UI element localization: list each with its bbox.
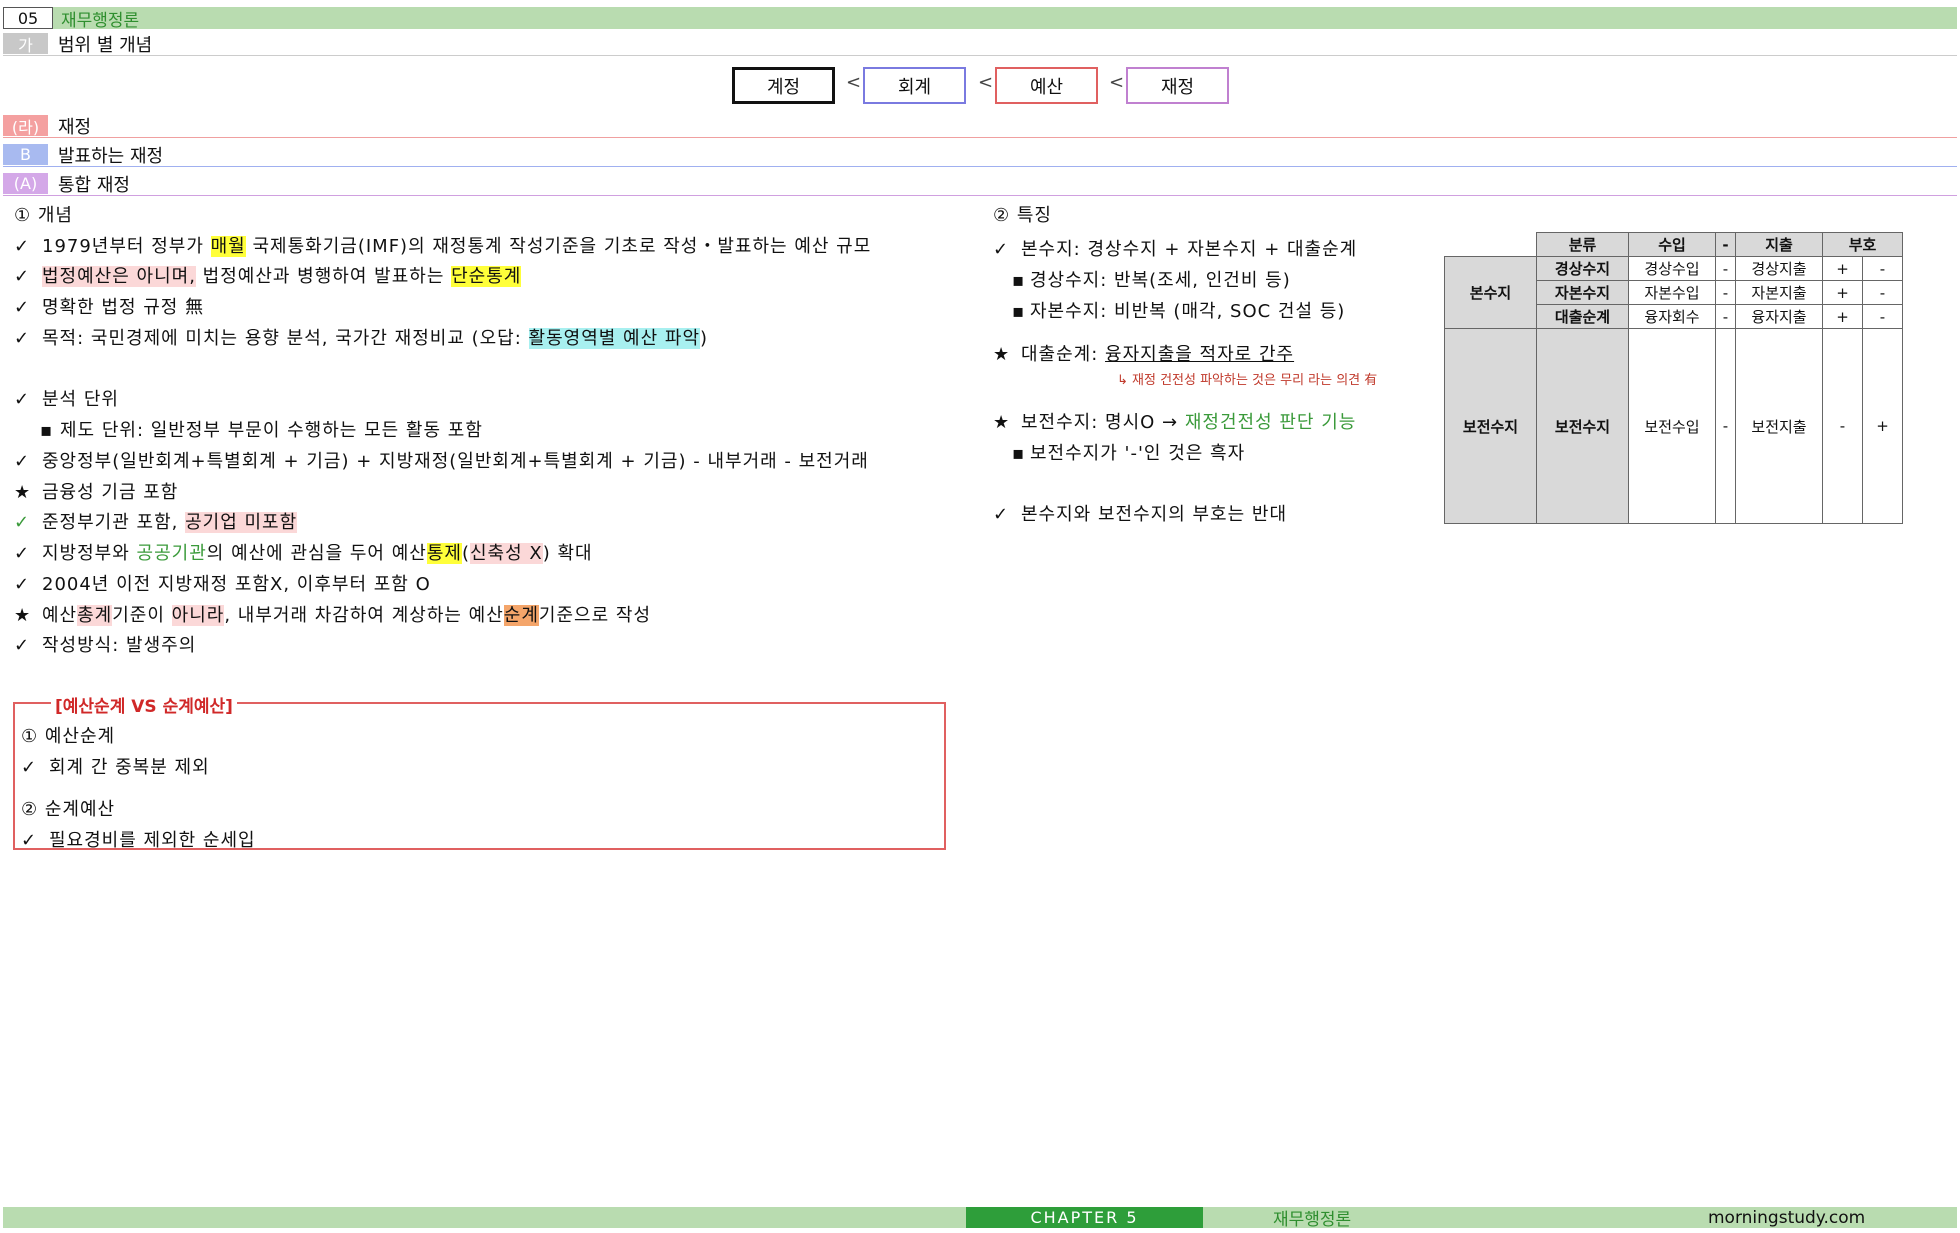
section-ga-tag: 가: [3, 33, 48, 55]
check-icon: ✓: [21, 757, 38, 778]
check-icon: ✓: [14, 635, 31, 656]
check-icon: ✓: [14, 236, 31, 257]
compare-legend: [예산순계 VS 순계예산]: [51, 692, 237, 717]
compare-line-4: ✓ 필요경비를 제외한 순세입: [21, 830, 256, 851]
footer-chapter: CHAPTER 5: [966, 1207, 1203, 1228]
concept-line-12: ★ 예산총계기준이 아니라, 내부거래 차감하여 계상하는 예산순계기준으로 작성: [14, 605, 652, 626]
bullet-icon: ▪: [1012, 270, 1026, 291]
table-header-row: 분류 수입 - 지출 부호: [1445, 232, 1903, 257]
section-ga-header: 가 범위 별 개념: [3, 32, 1957, 56]
concept-line-6: ▪ 제도 단위: 일반정부 부문이 수행하는 모든 활동 포함: [40, 420, 483, 441]
feature-line-1: ✓ 본수지: 경상수지 + 자본수지 + 대출순계: [993, 239, 1358, 260]
feature-line-4: ★ 대출순계: 융자지출을 적자로 간주: [993, 344, 1295, 365]
balance-table: 분류 수입 - 지출 부호 본수지 경상수지 경상수입 - 경상지출 + - 자…: [1444, 232, 1903, 524]
concept-line-8: ★ 금융성 기금 포함: [14, 482, 179, 503]
table-row-name: 경상수지: [1536, 256, 1629, 281]
chapter-header-bar: 05 재무행정론: [3, 7, 1957, 31]
hierarchy-box-finance: 재정: [1126, 67, 1229, 104]
compare-line-1: ① 예산순계: [21, 726, 116, 747]
less-than-3: <: [1109, 72, 1125, 93]
check-icon: ✓: [14, 543, 31, 564]
section-a-tag: (A): [3, 173, 48, 194]
concept-line-13: ✓ 작성방식: 발생주의: [14, 635, 197, 656]
star-icon: ★: [993, 412, 1011, 433]
section-ra-tag: (라): [3, 115, 48, 137]
section-a-title: 통합 재정: [58, 174, 130, 196]
check-icon: ✓: [14, 297, 31, 318]
table-row-name: 보전수지: [1536, 328, 1629, 524]
compare-line-2: ✓ 회계 간 중복분 제외: [21, 757, 210, 778]
check-icon: ✓: [14, 574, 31, 595]
table-row: 보전수지 보전수지 보전수입 - 보전지출 - +: [1444, 328, 1903, 524]
feature-line-8: ✓ 본수지와 보전수지의 부호는 반대: [993, 504, 1288, 525]
table-header-sign: 부호: [1822, 232, 1903, 257]
concept-line-11: ✓ 2004년 이전 지방재정 포함X, 이후부터 포함 O: [14, 574, 431, 595]
footer-site: morningstudy.com: [1708, 1207, 1866, 1228]
section-ra-title: 재정: [58, 116, 92, 138]
check-icon: ✓: [993, 504, 1010, 525]
table-row: 본수지 경상수지 경상수입 - 경상지출 + -: [1444, 256, 1903, 329]
check-icon: ✓: [993, 239, 1010, 260]
concept-line-9: ✓ 준정부기관 포함, 공기업 미포함: [14, 512, 298, 533]
table-row-name: 대출순계: [1536, 304, 1629, 329]
bullet-icon: ▪: [40, 420, 54, 441]
section-b-title: 발표하는 재정: [58, 145, 164, 167]
section-a-header: (A) 통합 재정: [3, 172, 1957, 196]
feature-line-7: ▪ 보전수지가 '-'인 것은 흑자: [1012, 443, 1246, 464]
concept-line-2: ✓ 법정예산은 아니며, 법정예산과 병행하여 발표하는 단순통계: [14, 266, 522, 287]
compare-line-3: ② 순계예산: [21, 799, 116, 820]
section-b-tag: B: [3, 144, 48, 165]
bullet-icon: ▪: [1012, 443, 1026, 464]
concept-line-3: ✓ 명확한 법정 규정 無: [14, 297, 205, 318]
compare-box: [예산순계 VS 순계예산] ① 예산순계 ✓ 회계 간 중복분 제외 ② 순계예…: [13, 692, 946, 851]
bullet-icon: ▪: [1012, 301, 1026, 322]
feature-line-6: ★ 보전수지: 명시O → 재정건전성 판단 기능: [993, 412, 1357, 433]
star-icon: ★: [14, 482, 32, 503]
concept-line-10: ✓ 지방정부와 공공기관의 예산에 관심을 두어 예산통제(신축성 X) 확대: [14, 543, 593, 564]
footer-subject: 재무행정론: [1273, 1210, 1352, 1230]
table-row-name: 자본수지: [1536, 280, 1629, 305]
hierarchy-box-budget: 예산: [995, 67, 1098, 104]
concept-heading: ① 개념: [14, 205, 73, 226]
feature-line-2: ▪ 경상수지: 반복(조세, 인건비 등): [1012, 270, 1291, 291]
table-group-financing: 보전수지: [1444, 328, 1537, 524]
chapter-number: 05: [3, 7, 53, 29]
check-icon: ✓: [14, 328, 31, 349]
table-header-expense: 지출: [1735, 232, 1823, 257]
chapter-title: 재무행정론: [61, 10, 140, 31]
feature-note: ↳ 재정 건전성 파악하는 것은 무리 라는 의견 有: [1117, 373, 1378, 388]
concept-line-5: ✓ 분석 단위: [14, 389, 119, 410]
check-icon: ✓: [14, 512, 31, 533]
concept-line-7: ✓ 중앙정부(일반회계+특별회계 + 기금) + 지방재정(일반회계+특별회계 +…: [14, 451, 869, 472]
check-icon: ✓: [14, 389, 31, 410]
check-icon: ✓: [21, 830, 38, 851]
concept-line-1: ✓ 1979년부터 정부가 매월 국제통화기금(IMF)의 재정통계 작성기준을 …: [14, 236, 872, 257]
check-icon: ✓: [14, 266, 31, 287]
table-header-income: 수입: [1628, 232, 1716, 257]
section-b-header: B 발표하는 재정: [3, 143, 1957, 167]
table-header-category: 분류: [1536, 232, 1629, 257]
footer-bar: CHAPTER 5 재무행정론 morningstudy.com: [3, 1207, 1957, 1230]
hierarchy-box-fund: 회계: [863, 67, 966, 104]
table-group-main: 본수지: [1444, 256, 1537, 329]
feature-line-3: ▪ 자본수지: 비반복 (매각, SOC 건설 등): [1012, 301, 1346, 322]
section-ra-header: (라) 재정: [3, 114, 1957, 138]
features-heading: ② 특징: [993, 205, 1052, 226]
star-icon: ★: [14, 605, 32, 626]
table-header-dash: -: [1715, 232, 1736, 257]
less-than-2: <: [978, 72, 994, 93]
check-icon: ✓: [14, 451, 31, 472]
hierarchy-box-account: 계정: [732, 67, 835, 104]
section-ga-title: 범위 별 개념: [58, 34, 153, 56]
concept-line-4: ✓ 목적: 국민경제에 미치는 용향 분석, 국가간 재정비교 (오답: 활동영역…: [14, 328, 709, 349]
star-icon: ★: [993, 344, 1011, 365]
less-than-1: <: [846, 72, 862, 93]
